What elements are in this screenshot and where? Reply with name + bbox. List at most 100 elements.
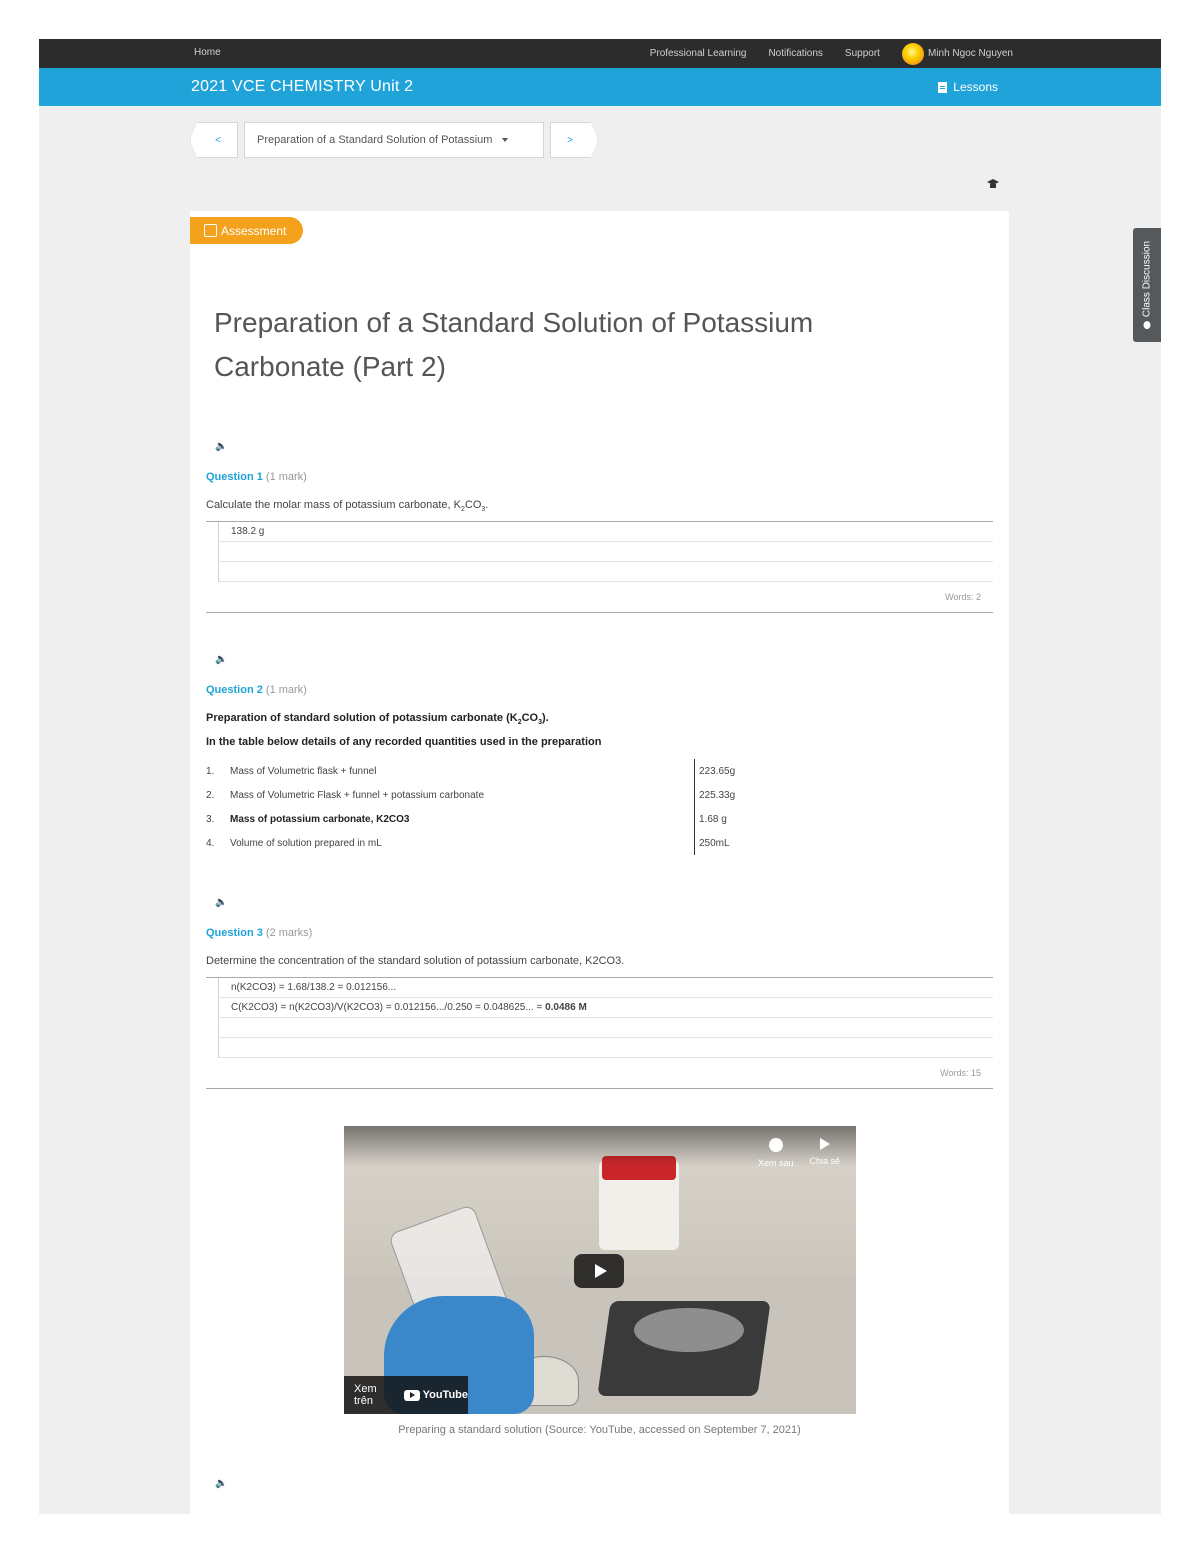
lessons-button[interactable]: Lessons xyxy=(938,80,998,94)
row-value-input[interactable]: 225.33g xyxy=(694,783,766,807)
question-1-label: Question 1 (1 mark) xyxy=(206,471,307,483)
graduation-cap-icon[interactable] xyxy=(987,179,999,189)
user-menu[interactable]: Minh Ngoc Nguyen xyxy=(901,42,1013,65)
answer-line-blank xyxy=(218,1018,993,1038)
word-count: Words: 15 xyxy=(940,1068,981,1078)
question-marks: (1 mark) xyxy=(265,684,307,696)
play-button[interactable] xyxy=(574,1254,624,1288)
chevron-down-icon xyxy=(502,138,509,142)
answer-text: C(K2CO3) = n(K2CO3)/V(K2CO3) = 0.012156.… xyxy=(231,1002,546,1013)
answer-line: C(K2CO3) = n(K2CO3)/V(K2CO3) = 0.012156.… xyxy=(218,998,993,1018)
page-title: Preparation of a Standard Solution of Po… xyxy=(214,307,814,382)
class-discussion-label: Class Discussion xyxy=(1141,240,1153,318)
page-frame: Home Professional Learning Notifications… xyxy=(39,39,1161,1514)
question-text-part: . xyxy=(485,499,489,511)
question-1-text: Calculate the molar mass of potassium ca… xyxy=(206,499,488,513)
word-count: Words: 2 xyxy=(945,592,981,602)
youtube-play-icon xyxy=(403,1389,420,1401)
clock-icon xyxy=(768,1138,783,1152)
share-label: Chia sẻ xyxy=(809,1156,840,1166)
row-number: 3. xyxy=(206,813,215,825)
top-nav-links: Professional Learning Notifications Supp… xyxy=(650,39,1013,68)
question-2-label: Question 2 (1 mark) xyxy=(206,684,307,696)
answer-line: n(K2CO3) = 1.68/138.2 = 0.012156... xyxy=(218,978,993,998)
speaker-icon[interactable]: 🔈 xyxy=(215,897,227,908)
row-label: Volume of solution prepared in mL xyxy=(230,837,382,849)
course-title[interactable]: 2021 VCE CHEMISTRY Unit 2 xyxy=(191,78,413,96)
nav-home-link[interactable]: Home xyxy=(194,47,221,58)
question-marks: (2 marks) xyxy=(265,927,313,939)
speaker-icon[interactable]: 🔈 xyxy=(215,441,227,452)
watch-on-label: Xem trên xyxy=(354,1383,377,1407)
avatar xyxy=(901,42,924,65)
table-row: 4. Volume of solution prepared in mL 250… xyxy=(206,831,766,855)
next-lesson-button[interactable]: > xyxy=(550,122,598,158)
question-text-part: CO xyxy=(464,499,482,511)
question-1-answer-box[interactable]: 138.2 g Words: 2 xyxy=(206,521,993,613)
assessment-label: Assessment xyxy=(221,223,287,238)
watch-later-button[interactable]: Xem sau xyxy=(757,1138,794,1168)
watch-on-youtube-button[interactable]: Xem trên YouTube xyxy=(344,1376,468,1414)
row-value-input[interactable]: 1.68 g xyxy=(694,807,766,831)
share-button[interactable]: Chia sẻ xyxy=(809,1138,840,1168)
row-number: 4. xyxy=(206,837,215,849)
question-number: Question 1 xyxy=(206,471,263,483)
row-label: Mass of Volumetric flask + funnel xyxy=(230,765,377,777)
quantities-table: 1. Mass of Volumetric flask + funnel 223… xyxy=(206,759,766,855)
lessons-label: Lessons xyxy=(953,80,998,94)
question-number: Question 2 xyxy=(206,684,263,696)
lesson-select[interactable]: Preparation of a Standard Solution of Po… xyxy=(244,122,544,158)
nav-support-link[interactable]: Support xyxy=(845,48,880,59)
video-top-controls: Xem sau Chia sẻ xyxy=(758,1138,840,1168)
answer-line-blank xyxy=(218,542,993,562)
speaker-icon[interactable]: 🔈 xyxy=(215,654,227,665)
row-label: Mass of potassium carbonate, K2CO3 xyxy=(230,813,410,825)
youtube-wordmark: YouTube xyxy=(422,1389,468,1401)
lesson-select-value: Preparation of a Standard Solution of Po… xyxy=(257,134,493,146)
question-2-subheading: In the table below details of any record… xyxy=(206,736,602,748)
nav-notifications-link[interactable]: Notifications xyxy=(768,48,822,59)
lesson-navigator: < Preparation of a Standard Solution of … xyxy=(190,122,598,158)
question-number: Question 3 xyxy=(206,927,263,939)
user-name: Minh Ngoc Nguyen xyxy=(927,48,1013,59)
previous-lesson-button[interactable]: < xyxy=(190,122,238,158)
nav-professional-learning-link[interactable]: Professional Learning xyxy=(650,48,747,59)
class-discussion-tab[interactable]: Class Discussion xyxy=(1133,228,1161,342)
class-discussion-content: Class Discussion xyxy=(1141,240,1153,330)
answer-line-blank xyxy=(218,562,993,582)
question-text-part: ). xyxy=(542,712,549,724)
row-label: Mass of Volumetric Flask + funnel + pota… xyxy=(230,789,485,801)
question-text-part: Calculate the molar mass of potassium ca… xyxy=(206,499,461,511)
video-caption: Preparing a standard solution (Source: Y… xyxy=(398,1424,801,1436)
youtube-video-player[interactable]: Xem sau Chia sẻ Xem trên YouTube xyxy=(344,1126,856,1414)
question-3-answer-box[interactable]: n(K2CO3) = 1.68/138.2 = 0.012156... C(K2… xyxy=(206,977,993,1089)
question-3-label: Question 3 (2 marks) xyxy=(206,927,312,939)
lesson-card: Assessment Preparation of a Standard Sol… xyxy=(190,211,1009,1514)
row-value-input[interactable]: 250mL xyxy=(694,831,766,855)
question-text-part: CO xyxy=(521,712,539,724)
share-icon xyxy=(819,1138,830,1150)
top-navbar: Home Professional Learning Notifications… xyxy=(39,39,1161,68)
question-3-text: Determine the concentration of the stand… xyxy=(206,955,625,967)
speaker-icon[interactable]: 🔈 xyxy=(215,1478,227,1489)
video-frame-scale-pan xyxy=(634,1308,744,1352)
row-number: 1. xyxy=(206,765,215,777)
youtube-logo: YouTube xyxy=(403,1389,468,1401)
table-row: 2. Mass of Volumetric Flask + funnel + p… xyxy=(206,783,766,807)
answer-line: 138.2 g xyxy=(218,522,993,542)
chat-bubble-icon xyxy=(1143,321,1151,330)
table-row: 3. Mass of potassium carbonate, K2CO3 1.… xyxy=(206,807,766,831)
row-value-input[interactable]: 223.65g xyxy=(694,759,766,783)
watch-later-label: Xem sau xyxy=(757,1158,794,1168)
question-2-heading: Preparation of standard solution of pota… xyxy=(206,712,549,726)
document-icon xyxy=(938,81,948,93)
assessment-badge: Assessment xyxy=(190,217,303,244)
answer-line-blank xyxy=(218,1038,993,1058)
question-marks: (1 mark) xyxy=(265,471,307,483)
table-row: 1. Mass of Volumetric flask + funnel 223… xyxy=(206,759,766,783)
assessment-icon xyxy=(204,224,217,237)
question-text-part: Preparation of standard solution of pota… xyxy=(206,712,518,724)
answer-result: 0.0486 M xyxy=(545,1002,587,1013)
course-header: 2021 VCE CHEMISTRY Unit 2 Lessons xyxy=(39,68,1161,106)
row-number: 2. xyxy=(206,789,215,801)
